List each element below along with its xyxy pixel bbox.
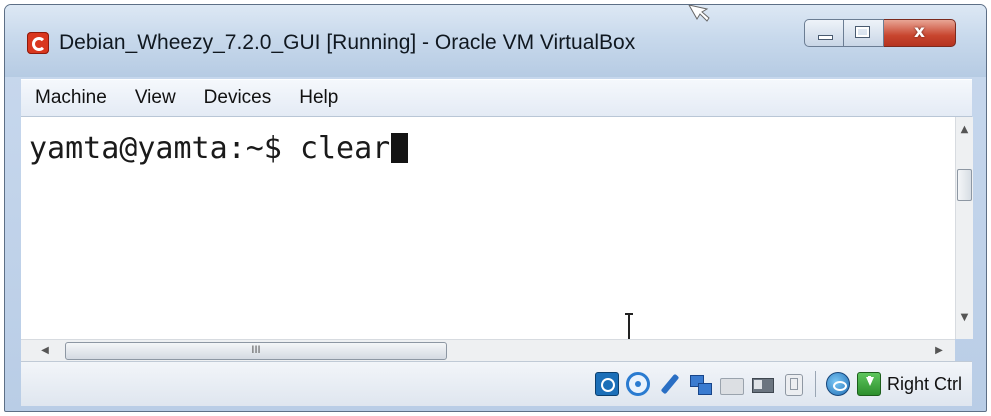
text-cursor (391, 133, 409, 163)
capture-icon[interactable] (781, 372, 805, 396)
scroll-thumb-grip: III (251, 344, 261, 356)
virtualbox-window: Debian_Wheezy_7.2.0_GUI [Running] - Orac… (4, 4, 987, 412)
device-indicators: Right Ctrl (588, 370, 962, 398)
scroll-up-arrow-icon[interactable]: ▲ (956, 121, 973, 138)
maximize-icon (855, 26, 870, 38)
menu-machine[interactable]: Machine (21, 80, 121, 116)
network-icon[interactable] (688, 372, 712, 396)
menu-bar: Machine View Devices Help (21, 79, 972, 117)
mouse-integration-icon[interactable] (825, 372, 850, 396)
menu-help[interactable]: Help (285, 80, 352, 116)
typed-command: clear (299, 131, 391, 166)
mouse-pointer-icon (688, 5, 710, 22)
scroll-right-arrow-icon[interactable]: ▶ (929, 340, 949, 362)
close-button[interactable]: x (884, 19, 956, 47)
guest-terminal-display[interactable]: yamta@yamta:~$ clear (21, 117, 955, 343)
usb-icon[interactable] (657, 372, 681, 396)
virtualbox-icon (27, 32, 49, 54)
host-key-label[interactable]: Right Ctrl (887, 374, 962, 395)
terminal-line: yamta@yamta:~$ clear (29, 131, 409, 166)
maximize-button[interactable] (844, 19, 884, 47)
close-icon: x (914, 22, 925, 42)
video-capture-icon[interactable] (750, 372, 774, 396)
menu-view[interactable]: View (121, 80, 190, 116)
vertical-scroll-thumb[interactable] (957, 169, 972, 201)
caption-buttons: x (804, 19, 956, 49)
minimize-icon (818, 35, 833, 40)
minimize-button[interactable] (804, 19, 844, 47)
keyboard-capture-icon[interactable] (856, 372, 881, 396)
shell-prompt: yamta@yamta:~$ (29, 131, 300, 166)
shared-folders-icon[interactable] (719, 372, 744, 396)
title-bar[interactable]: Debian_Wheezy_7.2.0_GUI [Running] - Orac… (5, 5, 986, 77)
menu-devices[interactable]: Devices (190, 80, 286, 116)
scroll-down-arrow-icon[interactable]: ▼ (956, 309, 973, 326)
vertical-scrollbar[interactable]: ▲ ▼ (955, 117, 973, 339)
scroll-left-arrow-icon[interactable]: ◀ (35, 340, 55, 362)
status-bar: Right Ctrl (21, 361, 972, 406)
window-title: Debian_Wheezy_7.2.0_GUI [Running] - Orac… (59, 31, 636, 54)
hard-disk-icon[interactable] (594, 372, 619, 396)
optical-drive-icon[interactable] (625, 372, 650, 396)
status-separator (814, 371, 816, 397)
horizontal-scroll-thumb[interactable]: III (65, 342, 447, 360)
horizontal-scrollbar[interactable]: ◀ III ▶ (21, 339, 955, 362)
